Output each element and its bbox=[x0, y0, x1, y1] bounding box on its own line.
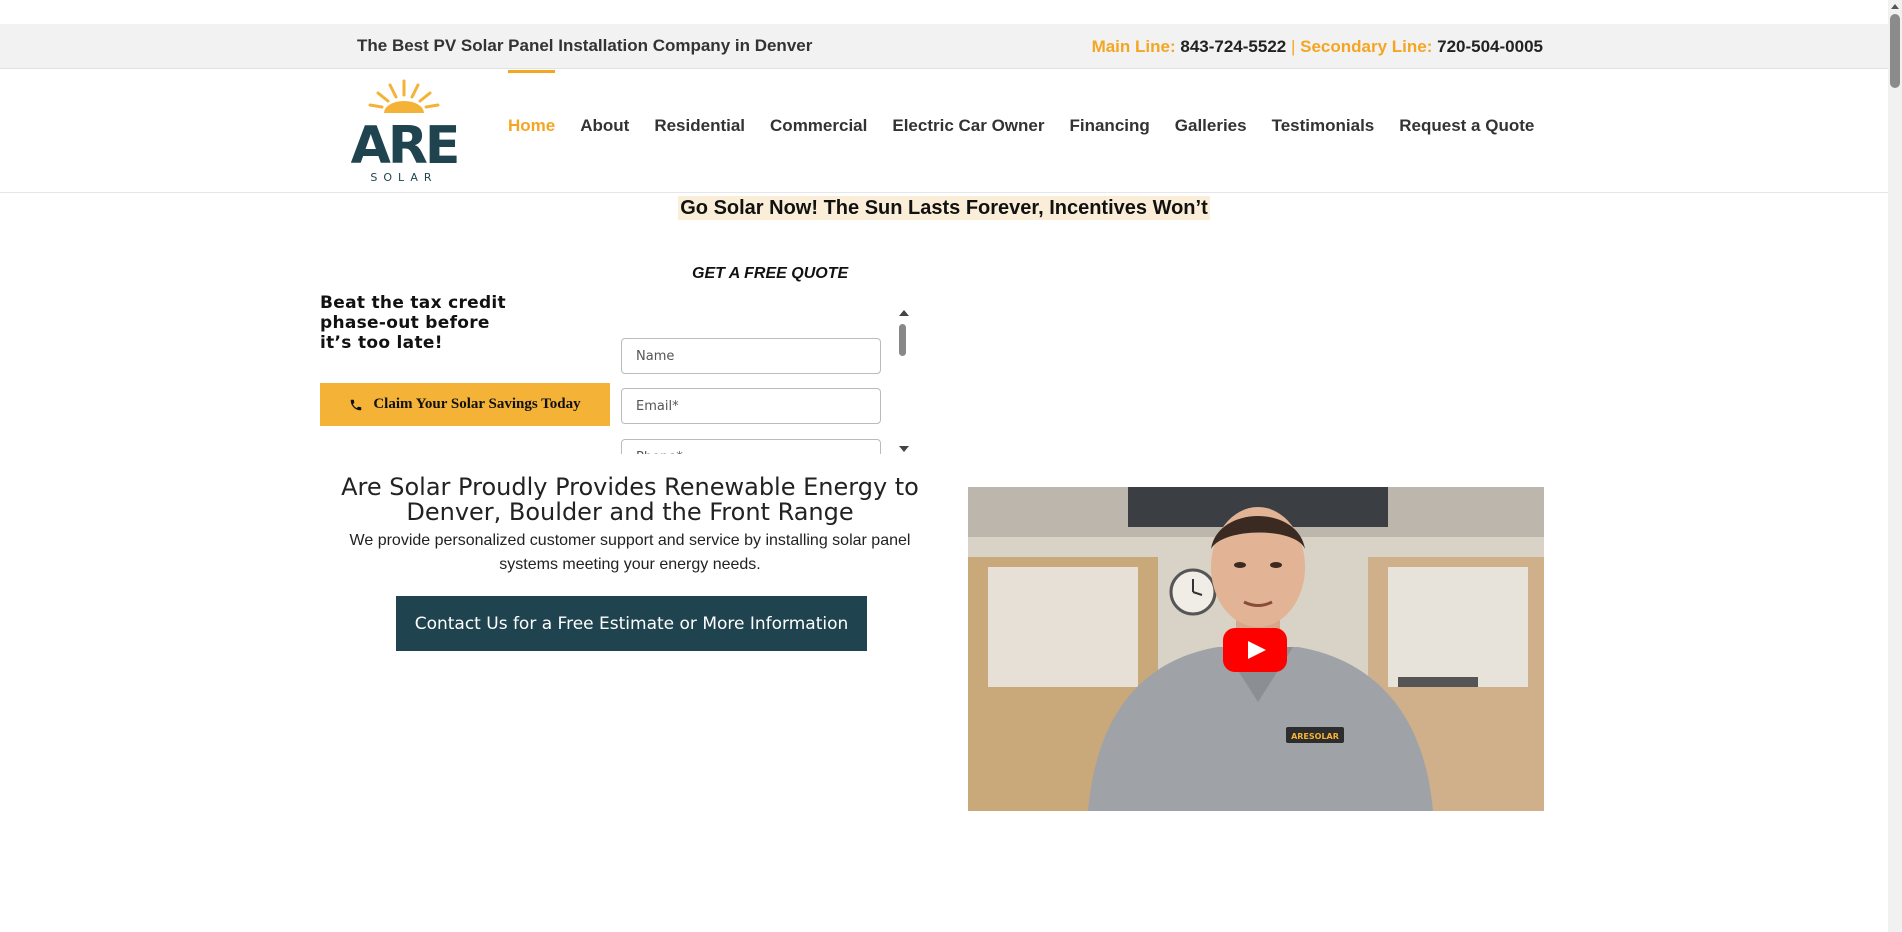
top-bar: The Best PV Solar Panel Installation Com… bbox=[0, 24, 1888, 69]
are-solar-logo[interactable]: ARE SOLAR bbox=[344, 79, 464, 183]
email-input[interactable]: Email* bbox=[621, 388, 881, 424]
promo-text: Go Solar Now! The Sun Lasts Forever, Inc… bbox=[678, 196, 1210, 220]
scroll-down-arrow-icon[interactable] bbox=[899, 446, 909, 452]
svg-text:SOLAR: SOLAR bbox=[370, 171, 437, 183]
main-line-label: Main Line: bbox=[1091, 37, 1176, 56]
form-scrollbar[interactable] bbox=[896, 308, 910, 454]
nav-commercial[interactable]: Commercial bbox=[770, 69, 867, 192]
nav-about[interactable]: About bbox=[580, 69, 629, 192]
scroll-up-arrow-icon[interactable] bbox=[899, 310, 909, 316]
main-nav: Home About Residential Commercial Electr… bbox=[508, 69, 1559, 192]
tagline: The Best PV Solar Panel Installation Com… bbox=[357, 36, 813, 55]
nav-electric-car-owner[interactable]: Electric Car Owner bbox=[892, 69, 1044, 192]
site-header: ARE SOLAR Home About Residential Commerc… bbox=[0, 69, 1888, 193]
video-player[interactable]: ARESOLAR bbox=[968, 487, 1544, 811]
form-scroll-thumb[interactable] bbox=[899, 324, 906, 356]
main-description: We provide personalized customer support… bbox=[349, 532, 911, 573]
nav-request-quote[interactable]: Request a Quote bbox=[1399, 69, 1534, 192]
page-scrollbar[interactable] bbox=[1888, 0, 1902, 932]
nav-testimonials[interactable]: Testimonials bbox=[1272, 69, 1375, 192]
phone-icon bbox=[351, 399, 362, 410]
svg-text:ARE: ARE bbox=[351, 116, 458, 176]
svg-text:ARESOLAR: ARESOLAR bbox=[1291, 732, 1339, 741]
free-quote-title: GET A FREE QUOTE bbox=[692, 265, 849, 282]
nav-galleries[interactable]: Galleries bbox=[1175, 69, 1247, 192]
nav-home[interactable]: Home bbox=[508, 69, 556, 192]
page-scroll-up-icon[interactable] bbox=[1891, 4, 1899, 9]
nav-residential[interactable]: Residential bbox=[654, 69, 745, 192]
contact-button[interactable]: Contact Us for a Free Estimate or More I… bbox=[396, 596, 867, 651]
secondary-line-label: Secondary Line: bbox=[1300, 37, 1433, 56]
phone-lines: Main Line: 843-724-5522 | Secondary Line… bbox=[1092, 37, 1543, 57]
name-input[interactable]: Name bbox=[621, 338, 881, 374]
play-button-icon[interactable] bbox=[1223, 628, 1287, 672]
promo-banner: Go Solar Now! The Sun Lasts Forever, Inc… bbox=[0, 196, 1888, 220]
main-heading: Are Solar Proudly Provides Renewable Ene… bbox=[341, 473, 919, 526]
secondary-line-number[interactable]: 720-504-0005 bbox=[1437, 37, 1543, 56]
main-line-number[interactable]: 843-724-5522 bbox=[1180, 37, 1286, 56]
page-scroll-thumb[interactable] bbox=[1890, 14, 1900, 88]
phone-input[interactable]: Phone* bbox=[621, 439, 881, 454]
phone-separator: | bbox=[1290, 37, 1296, 56]
quote-form-frame: Name Email* Phone* bbox=[620, 308, 910, 454]
tax-credit-text: Beat the tax credit phase-out before it’… bbox=[320, 293, 506, 353]
claim-savings-button[interactable]: Claim Your Solar Savings Today bbox=[320, 383, 610, 426]
claim-savings-label: Claim Your Solar Savings Today bbox=[373, 396, 581, 412]
nav-financing[interactable]: Financing bbox=[1069, 69, 1149, 192]
